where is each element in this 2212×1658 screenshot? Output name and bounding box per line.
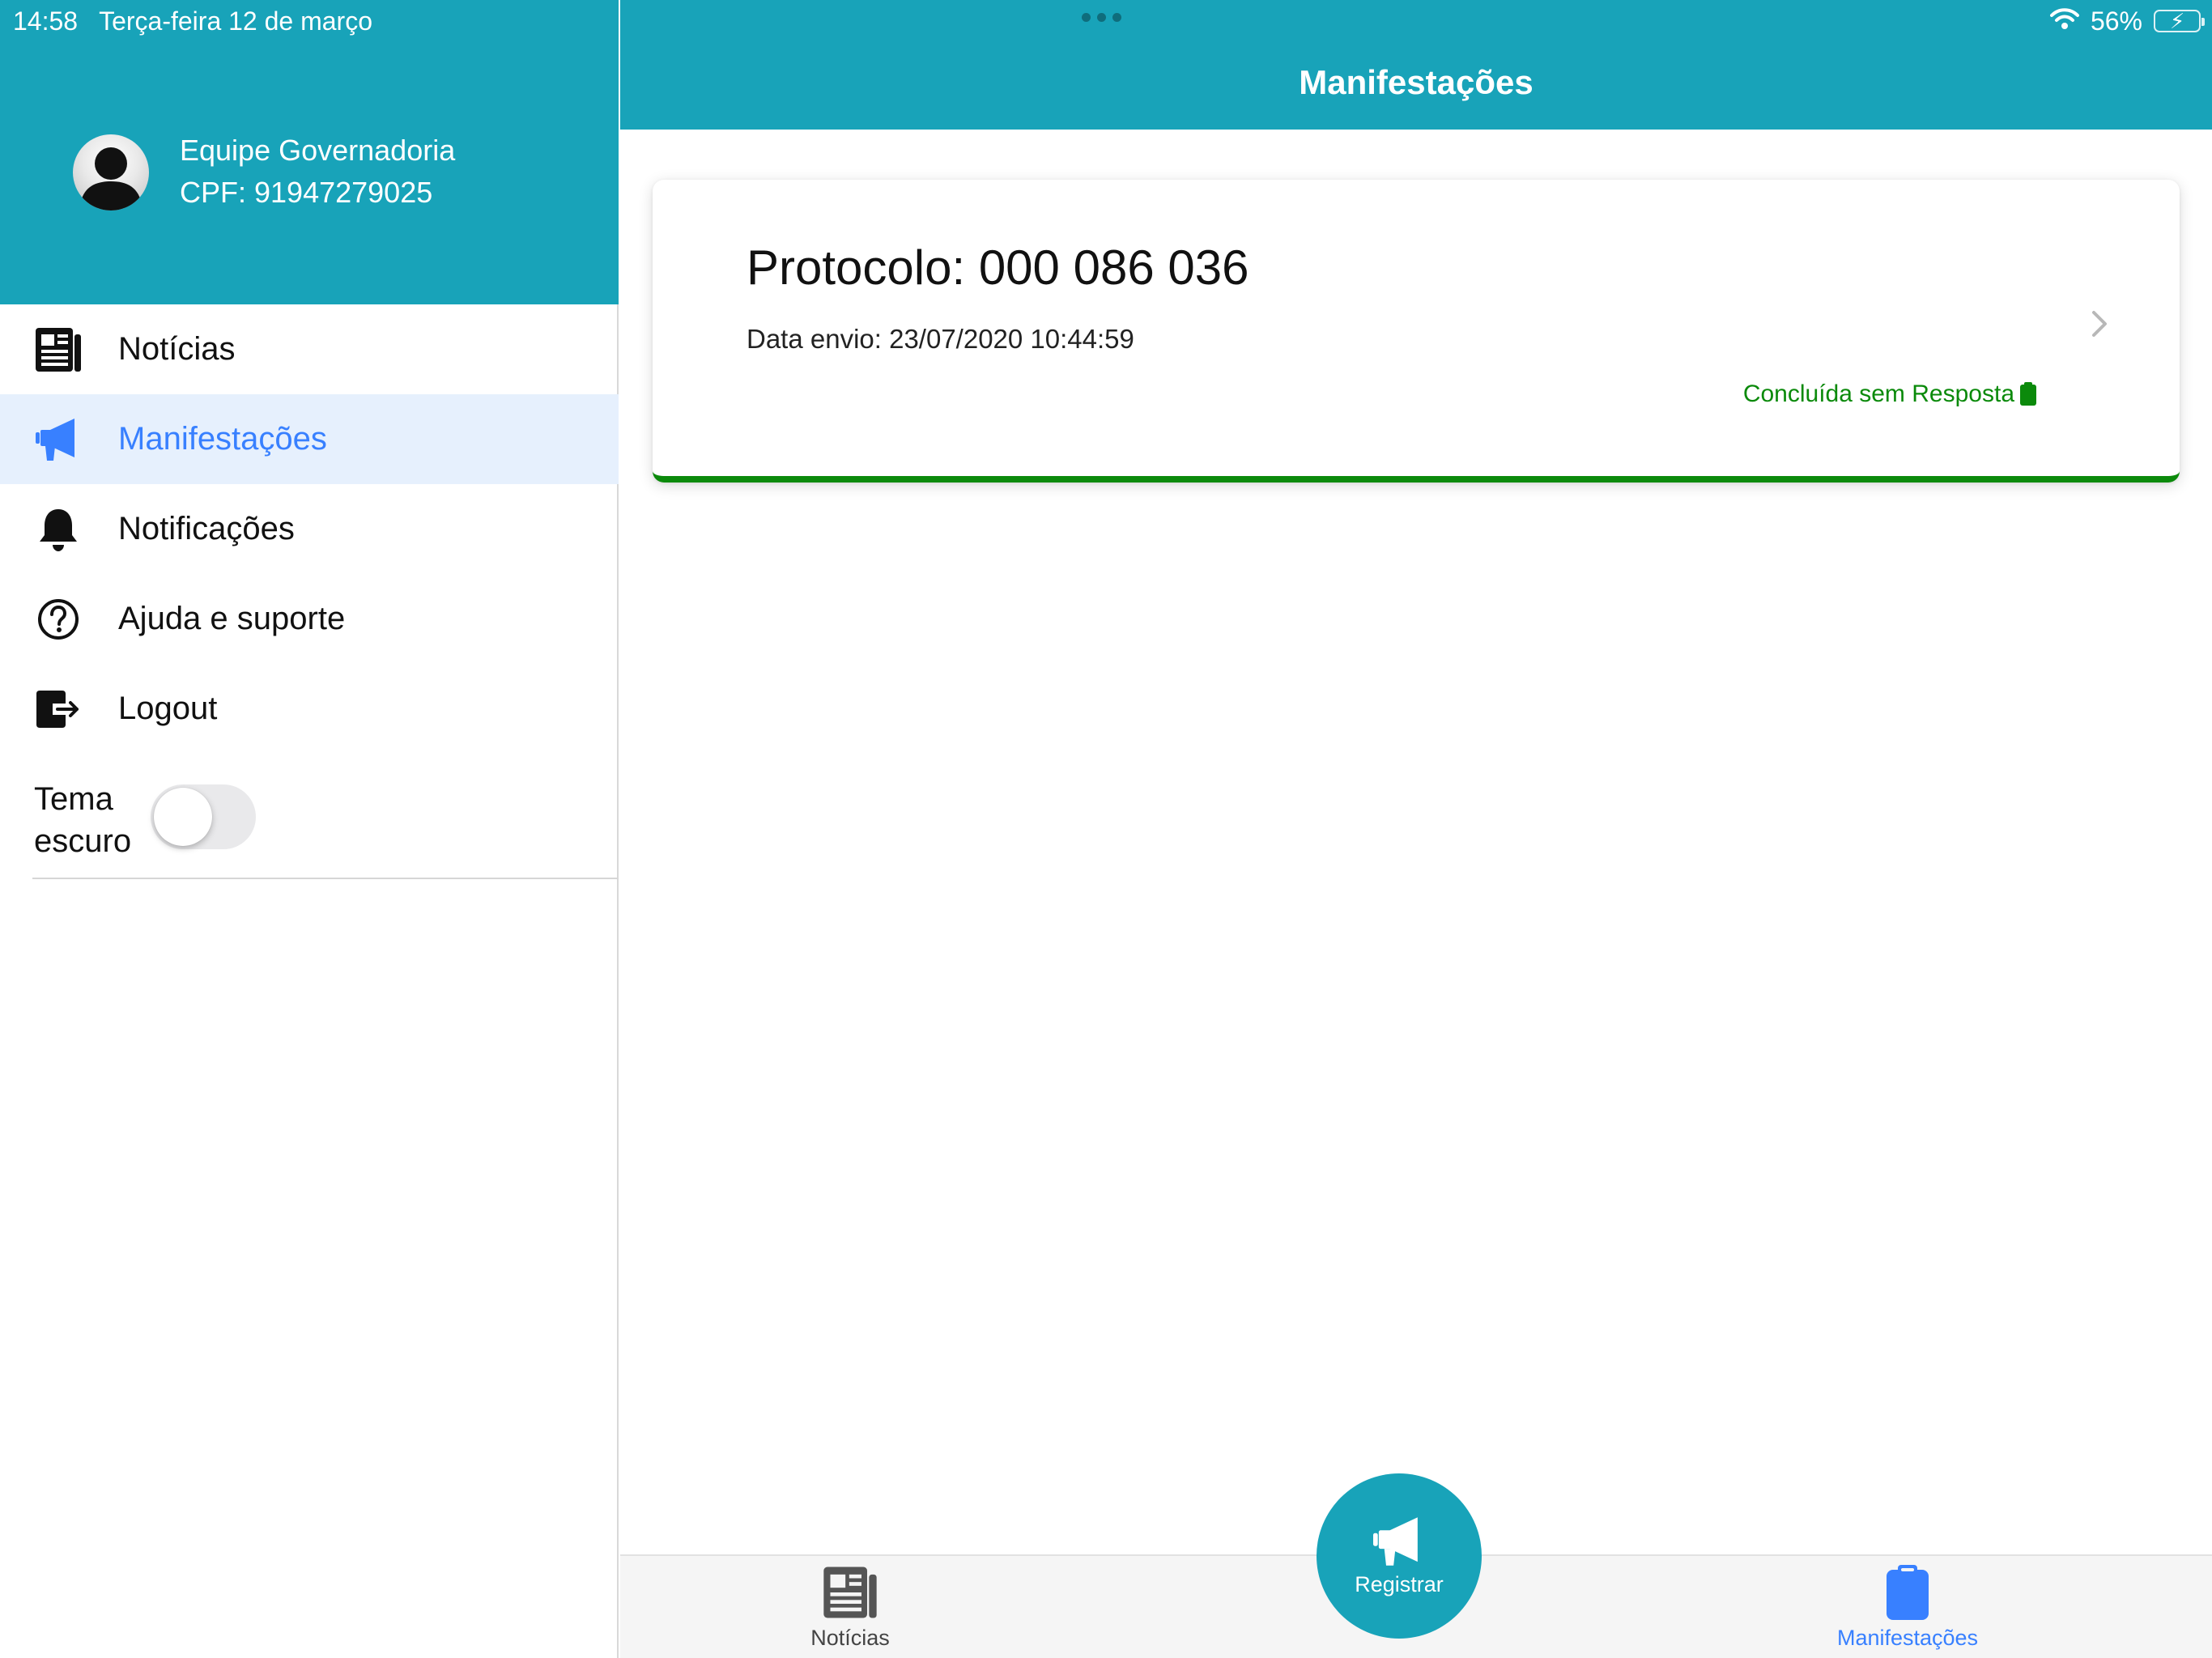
tab-manifestacoes[interactable]: Manifestações	[1819, 1564, 1997, 1658]
battery-icon: ⚡	[2154, 9, 2205, 33]
status-time: 14:58	[13, 6, 79, 36]
status-bar-left: 14:58 Terça-feira 12 de março	[13, 5, 372, 37]
menu-list: Notícias Manifestações Notificações Ajud…	[0, 304, 619, 754]
send-date: Data envio: 23/07/2020 10:44:59	[747, 324, 1134, 354]
page-title: Manifestações	[1299, 63, 1534, 101]
chevron-right-icon	[2092, 311, 2107, 337]
app: 14:58 Terça-feira 12 de março Equipe Gov…	[0, 0, 2212, 1658]
register-button[interactable]: Registrar	[1317, 1473, 1482, 1639]
profile-info: Equipe Governadoria CPF: 91947279025	[180, 130, 455, 214]
clipboard-icon	[1819, 1564, 1997, 1621]
menu-item-logout[interactable]: Logout	[0, 664, 619, 754]
status-badge: Concluída sem Resposta	[1743, 380, 2037, 408]
tab-label: Notícias	[810, 1626, 890, 1650]
menu-label: Notícias	[118, 331, 236, 367]
newspaper-icon	[34, 325, 83, 374]
divider	[32, 878, 619, 879]
menu-item-notificacoes[interactable]: Notificações	[0, 484, 619, 574]
menu-item-noticias[interactable]: Notícias	[0, 304, 619, 394]
bell-icon	[34, 505, 83, 554]
tab-label: Manifestações	[1836, 1626, 1979, 1650]
menu-label: Notificações	[118, 511, 295, 546]
side-menu: 14:58 Terça-feira 12 de março Equipe Gov…	[0, 0, 619, 1658]
megaphone-icon	[1373, 1516, 1418, 1566]
menu-label: Manifestações	[118, 421, 327, 457]
user-silhouette-icon	[79, 147, 143, 210]
megaphone-icon	[34, 415, 83, 464]
status-date: Terça-feira 12 de março	[99, 6, 372, 36]
menu-item-manifestacoes[interactable]: Manifestações	[0, 394, 619, 484]
menu-item-ajuda[interactable]: Ajuda e suporte	[0, 574, 619, 664]
sidebar-header: 14:58 Terça-feira 12 de março Equipe Gov…	[0, 0, 619, 304]
profile-cpf: CPF: 91947279025	[180, 176, 433, 209]
battery-percent: 56%	[2090, 6, 2142, 36]
newspaper-icon	[761, 1564, 939, 1621]
avatar[interactable]	[73, 134, 149, 210]
toggle-knob	[154, 788, 212, 846]
multitask-dots-icon[interactable]	[1082, 13, 1121, 22]
main-content: Manifestações 56% ⚡ Protocolo: 000 086 0…	[620, 0, 2212, 1658]
help-circle-icon	[34, 595, 83, 644]
top-toolbar: Manifestações 56% ⚡	[620, 0, 2212, 130]
theme-label: Tema escuro	[34, 781, 132, 859]
tab-noticias[interactable]: Notícias	[761, 1564, 939, 1658]
theme-row: Tema escuro	[0, 773, 619, 878]
profile-name: Equipe Governadoria	[180, 134, 456, 167]
menu-label: Ajuda e suporte	[118, 601, 346, 636]
status-bar-right: 56% ⚡	[2049, 5, 2205, 37]
wifi-icon	[2049, 6, 2079, 36]
protocol-number: Protocolo: 000 086 036	[747, 240, 1249, 295]
menu-label: Logout	[118, 691, 218, 726]
status-text: Concluída sem Resposta	[1742, 380, 2014, 407]
register-label: Registrar	[1355, 1571, 1444, 1596]
clipboard-icon	[2020, 382, 2036, 406]
manifestation-card[interactable]: Protocolo: 000 086 036 Data envio: 23/07…	[653, 180, 2180, 483]
logout-icon	[34, 685, 83, 733]
dark-theme-toggle[interactable]	[151, 784, 256, 849]
